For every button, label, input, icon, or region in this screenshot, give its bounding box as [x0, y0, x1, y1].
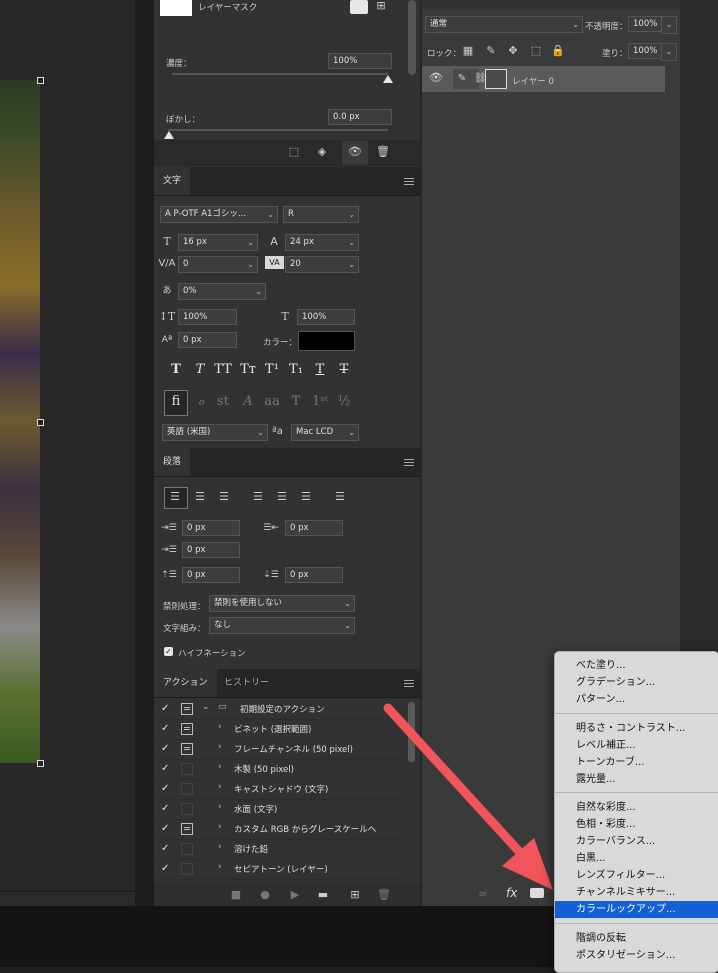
adjustment-layer-menu: べた塗り... グラデーション... パターン... 明るさ・コントラスト... レベル…	[554, 651, 718, 973]
adjustment-menu-item[interactable]: 階調の反転	[555, 930, 718, 947]
adjustment-menu-item[interactable]: カラーバランス...	[555, 833, 718, 850]
adjustment-menu-item[interactable]: 色相・彩度...	[555, 816, 718, 833]
adjustment-menu-item[interactable]: チャンネルミキサー...	[555, 884, 718, 901]
adjustment-menu-item[interactable]: 自然な彩度...	[555, 799, 718, 816]
adjustment-menu-item[interactable]: 白黒...	[555, 850, 718, 867]
adjustment-menu-item[interactable]: パターン...	[555, 691, 718, 708]
adjustment-menu-item[interactable]: べた塗り...	[555, 657, 718, 674]
adjustment-menu-item[interactable]: レベル補正...	[555, 737, 718, 754]
adjustment-menu-item[interactable]: 明るさ・コントラスト...	[555, 720, 718, 737]
adjustment-menu-item[interactable]: 露光量...	[555, 771, 718, 788]
adjustment-menu-item[interactable]: カラールックアップ...	[555, 901, 718, 918]
adjustment-menu-item[interactable]: レンズフィルター...	[555, 867, 718, 884]
menu-separator	[555, 792, 718, 793]
adjustment-menu-item[interactable]: ポスタリゼーション...	[555, 947, 718, 964]
adjustment-menu-item[interactable]: トーンカーブ...	[555, 754, 718, 771]
adjustment-menu-item[interactable]: グラデーション...	[555, 674, 718, 691]
menu-separator	[555, 923, 718, 924]
menu-separator	[555, 713, 718, 714]
